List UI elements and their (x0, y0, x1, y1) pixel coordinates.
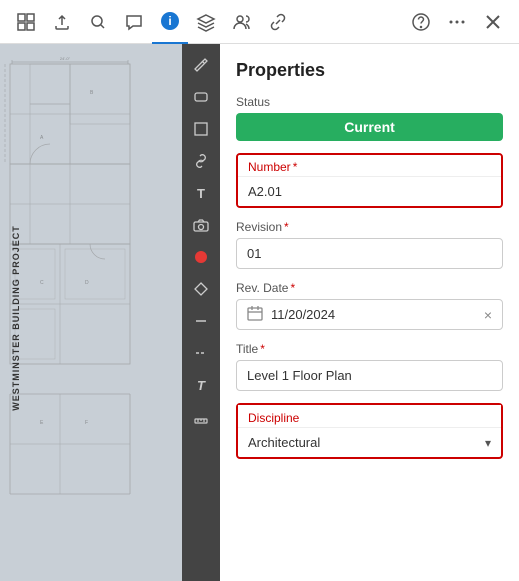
properties-panel: Properties Status Current Number* Revisi… (220, 44, 519, 581)
more-icon[interactable] (439, 0, 475, 44)
status-field-group: Status Current (236, 95, 503, 141)
ruler-icon[interactable] (184, 402, 218, 432)
status-badge: Current (236, 113, 503, 141)
help-icon[interactable] (403, 0, 439, 44)
svg-text:i: i (168, 14, 171, 28)
discipline-select-value: Architectural (248, 435, 485, 450)
close-icon[interactable] (475, 0, 511, 44)
text-alt-icon[interactable]: T (184, 370, 218, 400)
panel-title: Properties (236, 60, 503, 81)
svg-text:24'-0": 24'-0" (60, 56, 71, 61)
left-toolbar: T (182, 44, 220, 581)
users-icon[interactable] (224, 0, 260, 44)
rev-date-field-group: Rev. Date* 11/20/2024 × (236, 281, 503, 330)
svg-text:B: B (90, 90, 94, 96)
panels-icon[interactable] (8, 0, 44, 44)
svg-text:C: C (40, 280, 44, 286)
discipline-field-border: Discipline Architectural ▾ (236, 403, 503, 459)
layers-icon[interactable] (188, 0, 224, 44)
title-label: Title* (236, 342, 503, 356)
revision-label: Revision* (236, 220, 503, 234)
rotated-project-label: WESTMINSTER BUILDING PROJECT (11, 225, 21, 411)
upload-icon[interactable] (44, 0, 80, 44)
discipline-inner-label: Discipline (238, 405, 501, 427)
rectangle-icon[interactable] (184, 114, 218, 144)
dash-icon[interactable] (184, 338, 218, 368)
chain-icon[interactable] (184, 146, 218, 176)
number-inner-label: Number* (238, 155, 501, 176)
status-label: Status (236, 95, 503, 109)
title-input[interactable] (236, 360, 503, 391)
number-input[interactable] (238, 176, 501, 206)
revision-input[interactable] (236, 238, 503, 269)
rev-date-clear-button[interactable]: × (484, 307, 492, 323)
rev-date-label: Rev. Date* (236, 281, 503, 295)
discipline-field-group: Discipline Architectural ▾ (236, 403, 503, 459)
svg-text:F: F (85, 420, 88, 426)
search-icon[interactable] (80, 0, 116, 44)
pencil-icon[interactable] (184, 50, 218, 80)
camera-icon[interactable] (184, 210, 218, 240)
svg-text:E: E (40, 420, 44, 426)
info-icon[interactable]: i (152, 0, 188, 44)
discipline-select[interactable]: Architectural ▾ (238, 427, 501, 457)
blueprint-panel: A B C D E F 24'-0" WESTMINSTER BUILDING … (0, 44, 220, 581)
number-field-group: Number* (236, 153, 503, 208)
svg-text:A: A (40, 135, 44, 141)
link-icon[interactable] (260, 0, 296, 44)
chevron-down-icon: ▾ (485, 436, 491, 450)
rev-date-input-wrap[interactable]: 11/20/2024 × (236, 299, 503, 330)
comment-icon[interactable] (116, 0, 152, 44)
text-icon[interactable]: T (184, 178, 218, 208)
minus-icon[interactable] (184, 306, 218, 336)
diamond-icon[interactable] (184, 274, 218, 304)
rev-date-value: 11/20/2024 (271, 307, 476, 322)
record-icon[interactable] (184, 242, 218, 272)
number-field-border: Number* (236, 153, 503, 208)
rectangle-rounded-icon[interactable] (184, 82, 218, 112)
title-field-group: Title* (236, 342, 503, 391)
main-area: A B C D E F 24'-0" WESTMINSTER BUILDING … (0, 44, 519, 581)
top-toolbar: i (0, 0, 519, 44)
calendar-icon (247, 305, 263, 324)
svg-text:D: D (85, 280, 89, 286)
revision-field-group: Revision* (236, 220, 503, 269)
